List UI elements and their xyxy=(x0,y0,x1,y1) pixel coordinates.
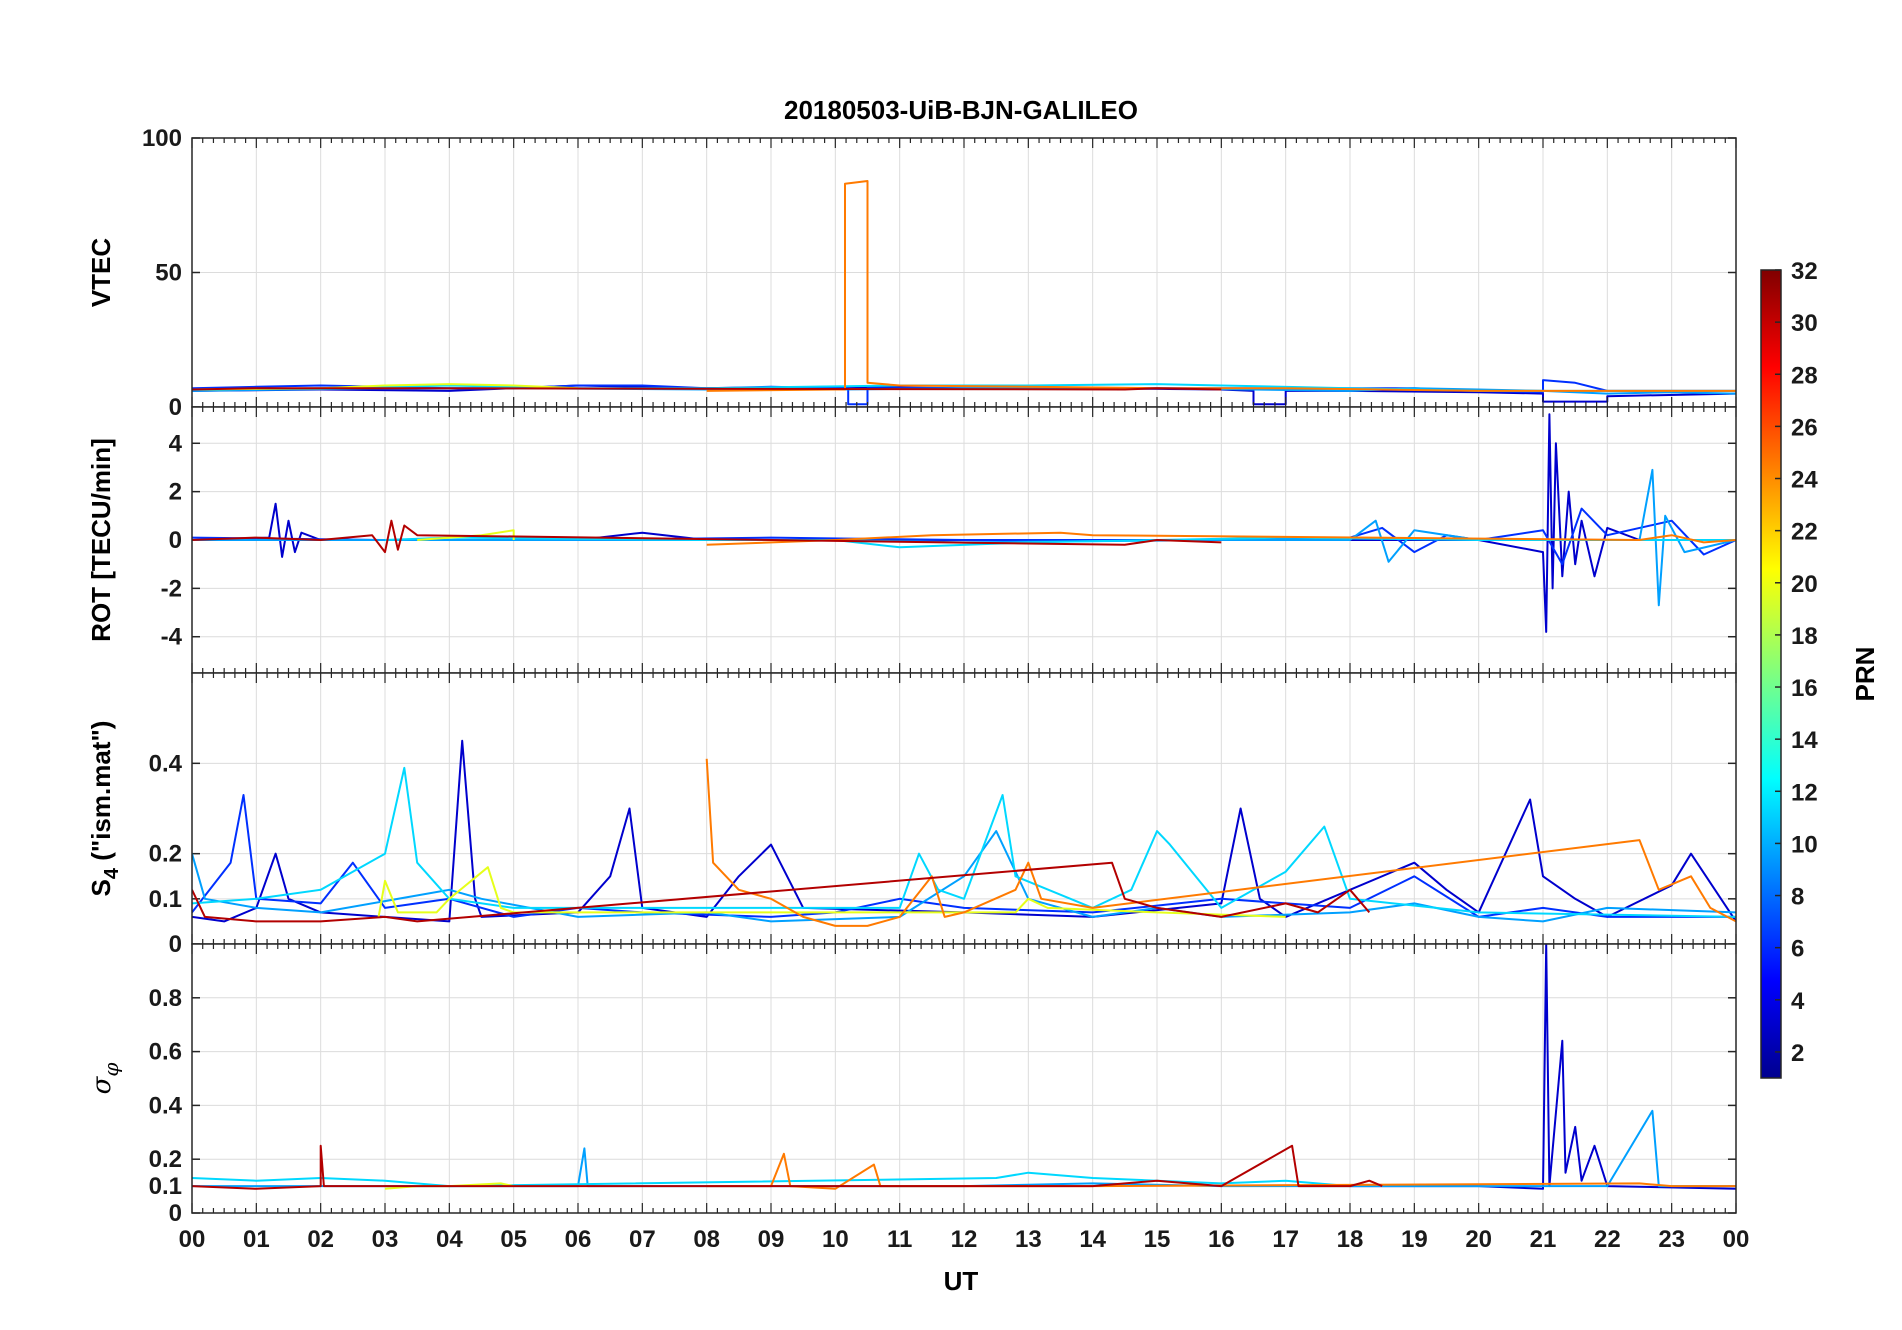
x-tick-label: 18 xyxy=(1337,1226,1364,1253)
sigma-phi-panel: 00.10.2 0.4 0.6 0.8 σφ xyxy=(87,943,1737,1227)
x-tick-label: 04 xyxy=(436,1226,463,1253)
colorbar-tick-label: 24 xyxy=(1791,467,1818,494)
colorbar-tick-label: 20 xyxy=(1791,571,1818,598)
x-tick-label: 02 xyxy=(307,1226,334,1253)
x-tick-label: 15 xyxy=(1144,1226,1171,1253)
x-tick-label: 16 xyxy=(1208,1226,1235,1253)
x-tick-labels: 00 01 02 03 04 05 06 07 08 09 10 11 12 13 14 15 16 17 18 19… xyxy=(179,1226,1750,1253)
y-axis-label: S4 ("ism.mat") xyxy=(86,721,123,897)
x-tick-label: 21 xyxy=(1530,1226,1557,1253)
x-tick-label: 22 xyxy=(1594,1226,1621,1253)
x-tick-label: 06 xyxy=(565,1226,592,1253)
y-tick-label: 0.1 xyxy=(149,1173,182,1200)
colorbar-tick-label: 2 xyxy=(1791,1040,1804,1067)
x-tick-label: 07 xyxy=(629,1226,656,1253)
colorbar-gradient xyxy=(1760,269,1782,1079)
y-tick-label: 100 xyxy=(142,125,182,152)
colorbar-tick-label: 16 xyxy=(1791,675,1818,702)
colorbar-tick-label: 10 xyxy=(1791,831,1818,858)
y-tick-label: 0 xyxy=(169,931,182,958)
y-axis-label: ROT [TECU/min] xyxy=(86,438,116,642)
vtec-panel: 0 50 100 VTEC xyxy=(86,125,1737,421)
colorbar-tick-label: 14 xyxy=(1791,727,1818,754)
x-tick-label: 23 xyxy=(1658,1226,1685,1253)
colorbar-tick-label: 26 xyxy=(1791,414,1818,441)
x-tick-label: 13 xyxy=(1015,1226,1042,1253)
x-tick-label: 09 xyxy=(758,1226,785,1253)
figure: 20180503-UiB-BJN-GALILEO 050100VTEC-4-20… xyxy=(86,95,1880,1296)
x-tick-label: 00 xyxy=(179,1226,206,1253)
y-axis-label: VTEC xyxy=(86,238,116,308)
y-tick-label: 0.2 xyxy=(149,1146,182,1173)
colorbar-tick-label: 28 xyxy=(1791,362,1818,389)
x-tick-label: 19 xyxy=(1401,1226,1428,1253)
x-tick-label: 14 xyxy=(1079,1226,1106,1253)
y-tick-label: 0.4 xyxy=(149,1092,183,1119)
y-tick-label: 4 xyxy=(169,430,183,457)
y-tick-label: 0 xyxy=(169,1200,182,1227)
y-tick-label: 0 xyxy=(169,394,182,421)
y-tick-label: 0.8 xyxy=(149,985,182,1012)
x-tick-label: 12 xyxy=(951,1226,978,1253)
x-tick-label: 01 xyxy=(243,1226,270,1253)
rot-panel: -4 -2 0 2 4 ROT [TECU/min] xyxy=(86,406,1737,674)
x-tick-label: 11 xyxy=(887,1226,912,1253)
colorbar-label: PRN xyxy=(1850,647,1880,702)
x-tick-label: 05 xyxy=(500,1226,527,1253)
colorbar-tick-label: 30 xyxy=(1791,310,1818,337)
y-tick-label: -4 xyxy=(161,624,183,651)
y-tick-label: 0.4 xyxy=(149,750,183,777)
y-tick-label: 0 xyxy=(169,527,182,554)
colorbar-tick-label: 32 xyxy=(1791,258,1818,285)
colorbar-tick-label: 22 xyxy=(1791,519,1818,546)
colorbar: 2468101214161820222426283032 PRN xyxy=(1760,258,1880,1079)
s4-panel: 0 0.1 0.2 0.4 S4 ("ism.mat") xyxy=(86,672,1737,958)
y-tick-label: 0.1 xyxy=(149,886,182,913)
x-tick-label: 08 xyxy=(693,1226,720,1253)
colorbar-tick-label: 18 xyxy=(1791,623,1818,650)
colorbar-tick-label: 12 xyxy=(1791,779,1818,806)
colorbar-tick-label: 6 xyxy=(1791,936,1804,963)
colorbar-tick-label: 4 xyxy=(1791,988,1805,1015)
x-tick-label: 03 xyxy=(372,1226,399,1253)
x-tick-label: 20 xyxy=(1465,1226,1492,1253)
y-tick-label: 0.2 xyxy=(149,841,182,868)
x-tick-label: 17 xyxy=(1272,1226,1299,1253)
panels: 050100VTEC-4-2024ROT [TECU/min]00.10.20.… xyxy=(86,125,1749,1253)
x-tick-label: 10 xyxy=(822,1226,849,1253)
y-axis-label: σφ xyxy=(87,1063,123,1095)
x-axis-label: UT xyxy=(944,1266,979,1296)
y-tick-label: 2 xyxy=(169,479,182,506)
y-tick-label: -2 xyxy=(161,575,182,602)
x-tick-label: 00 xyxy=(1723,1226,1750,1253)
figure-title: 20180503-UiB-BJN-GALILEO xyxy=(784,95,1138,125)
y-tick-label: 50 xyxy=(155,260,182,287)
colorbar-tick-label: 8 xyxy=(1791,884,1804,911)
y-tick-label: 0.6 xyxy=(149,1039,182,1066)
